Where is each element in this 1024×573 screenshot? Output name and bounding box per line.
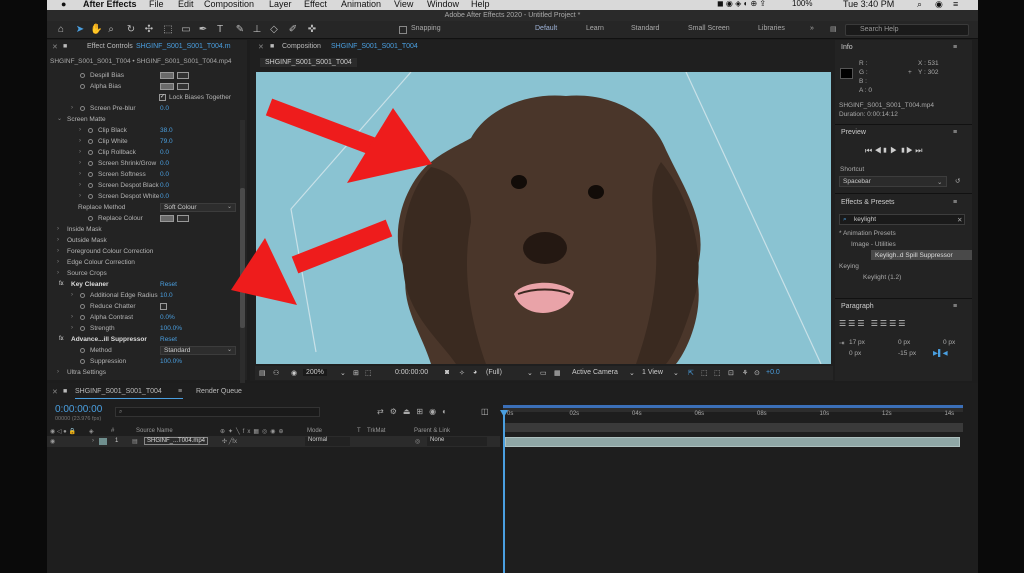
red-arrow-shaft-top	[265, 98, 384, 158]
letterbox-right	[978, 0, 1024, 573]
annotation-overlay	[231, 98, 432, 305]
app-window: ● After Effects File Edit Composition La…	[47, 0, 978, 573]
letterbox-left	[0, 0, 47, 573]
red-arrow-shaft-left	[291, 219, 393, 274]
red-arrow-head-left	[231, 238, 297, 305]
screen: ● After Effects File Edit Composition La…	[0, 0, 1024, 573]
